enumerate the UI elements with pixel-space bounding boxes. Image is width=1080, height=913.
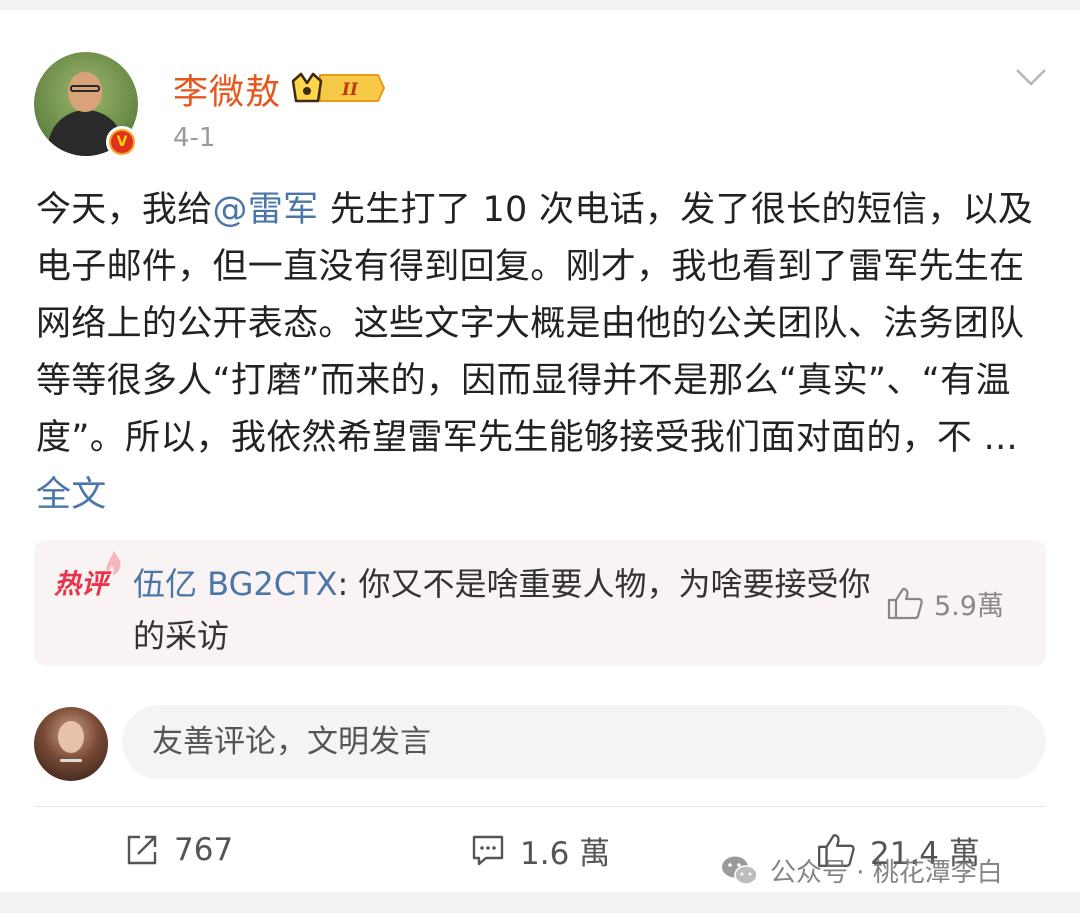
avatar-glasses: [70, 85, 100, 92]
hot-comment-like-button[interactable]: 5.9萬: [886, 586, 1004, 622]
comment-icon: [472, 835, 504, 866]
post-text-start: 今天，我给: [36, 190, 213, 230]
my-avatar[interactable]: [34, 707, 108, 781]
hot-comment-tag: 热评: [54, 569, 108, 600]
thumbs-up-icon: [887, 587, 923, 620]
mention-link[interactable]: @雷军: [213, 190, 319, 230]
comment-count: 1.6 萬: [520, 835, 611, 872]
repost-button[interactable]: 767: [124, 830, 233, 870]
full-text-link[interactable]: 全文: [36, 475, 107, 515]
my-avatar-face: [58, 721, 84, 753]
verified-badge-icon: V: [106, 126, 138, 158]
hot-comment[interactable]: 热评 伍亿 BG2CTX: 你又不是啥重要人物，为啥要接受你的采访 5.9萬: [34, 540, 1046, 666]
post-text-rest: 先生打了 10 次电话，发了很长的短信，以及电子邮件，但一直没有得到回复。刚才，…: [36, 190, 1034, 458]
hot-comment-text: 伍亿 BG2CTX: 你又不是啥重要人物，为啥要接受你的采访: [133, 558, 873, 662]
watermark-text: 公众号 · 桃花潭李白: [770, 858, 1003, 888]
weibo-post-card: V 李微敖 II 4-1 今天，我给@雷军 先生打了 10 次电话，发了很长的短…: [0, 10, 1080, 892]
post-text: 今天，我给@雷军 先生打了 10 次电话，发了很长的短信，以及电子邮件，但一直没…: [36, 182, 1051, 524]
my-avatar-necklace: [60, 759, 82, 762]
comment-button[interactable]: 1.6 萬: [470, 830, 611, 872]
repost-count: 767: [174, 832, 234, 868]
avatar-head: [68, 72, 102, 112]
post-date: 4-1: [173, 123, 216, 153]
share-icon: [127, 835, 157, 865]
hot-comment-user[interactable]: 伍亿 BG2CTX: [133, 565, 338, 603]
rank-level: II: [341, 80, 359, 100]
author-name[interactable]: 李微敖: [173, 64, 281, 115]
wechat-watermark: 公众号 · 桃花潭李白: [720, 852, 1003, 889]
verified-mark: V: [111, 131, 133, 153]
divider: [34, 806, 1046, 807]
chevron-down-icon[interactable]: [1014, 66, 1048, 88]
wechat-icon: [722, 856, 758, 885]
member-rank-badge-icon[interactable]: II: [290, 71, 385, 105]
flame-icon: [106, 551, 121, 575]
hot-comment-like-count: 5.9萬: [934, 590, 1004, 622]
comment-input[interactable]: [122, 705, 1046, 779]
